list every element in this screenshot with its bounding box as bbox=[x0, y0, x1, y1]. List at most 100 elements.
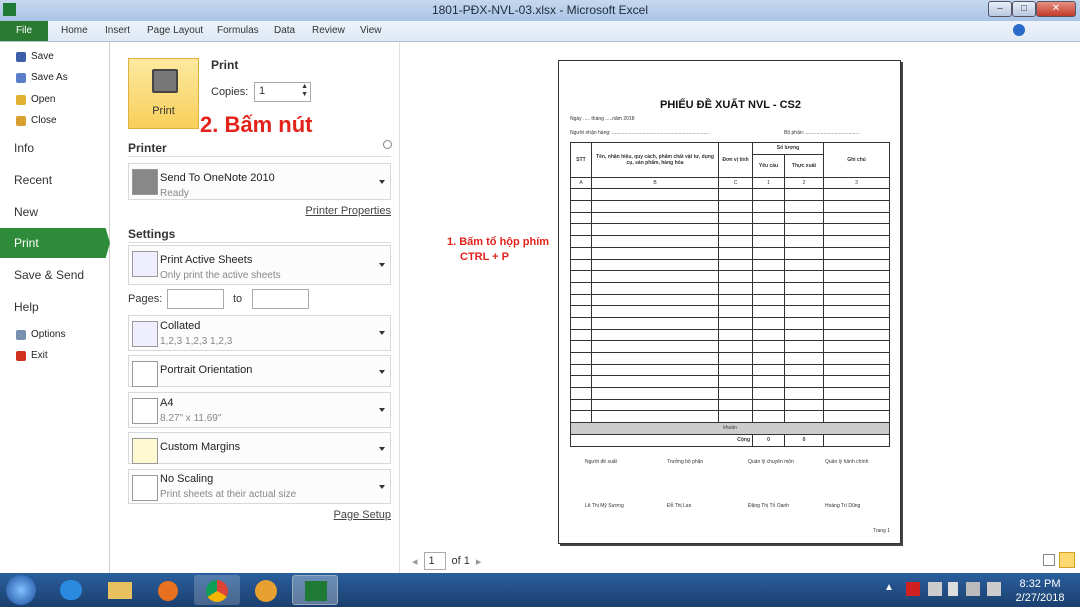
table-cell bbox=[752, 211, 785, 225]
table-cell bbox=[784, 211, 824, 225]
network-icon[interactable] bbox=[966, 582, 980, 596]
time: 8:32 PM bbox=[1019, 578, 1061, 590]
table-cell bbox=[570, 363, 592, 377]
info-icon[interactable] bbox=[383, 140, 392, 149]
table-cell bbox=[570, 316, 592, 330]
nav-save[interactable]: Save bbox=[16, 51, 54, 62]
doc-dept: Bộ phận: ...............................… bbox=[784, 130, 860, 136]
table-cell bbox=[591, 223, 719, 237]
nav-print[interactable]: Print bbox=[14, 236, 39, 250]
excel-taskbar-icon[interactable] bbox=[292, 575, 338, 605]
nav-options[interactable]: Options bbox=[16, 329, 65, 340]
table-cell bbox=[784, 316, 824, 330]
tab-file[interactable]: File bbox=[0, 21, 48, 41]
table-cell bbox=[823, 352, 890, 365]
tab-home[interactable]: Home bbox=[61, 25, 88, 36]
table-cell bbox=[823, 398, 890, 412]
table-row bbox=[570, 328, 890, 342]
close-button[interactable]: ✕ bbox=[1036, 1, 1076, 17]
scaling-dropdown[interactable]: No Scaling Print sheets at their actual s… bbox=[128, 469, 391, 504]
start-button[interactable] bbox=[6, 575, 36, 605]
preview-page: PHIẾU ĐỀ XUẤT NVL - CS2 Ngày ..... tháng… bbox=[558, 60, 901, 544]
table-cell bbox=[784, 281, 824, 295]
nav-open[interactable]: Open bbox=[16, 94, 55, 105]
show-margins-icon[interactable] bbox=[1043, 554, 1055, 566]
column-code: 1 bbox=[752, 176, 785, 190]
table-cell bbox=[718, 281, 753, 295]
chevron-down-icon bbox=[379, 484, 385, 489]
show-hidden-icons[interactable]: ▲ bbox=[884, 582, 894, 593]
volume-icon[interactable] bbox=[987, 582, 1001, 596]
chrome-icon[interactable] bbox=[194, 575, 240, 605]
nav-info[interactable]: Info bbox=[14, 141, 34, 155]
table-cell bbox=[591, 293, 719, 307]
table-cell bbox=[823, 281, 890, 295]
printer-dropdown[interactable]: Send To OneNote 2010 Ready bbox=[128, 163, 391, 200]
tab-insert[interactable]: Insert bbox=[105, 25, 130, 36]
tab-page-layout[interactable]: Page Layout bbox=[147, 25, 203, 36]
sheets-icon bbox=[132, 251, 158, 277]
table-row bbox=[570, 258, 890, 272]
nav-label: Save bbox=[31, 51, 54, 62]
page-setup-link[interactable]: Page Setup bbox=[334, 509, 392, 521]
nav-exit[interactable]: Exit bbox=[16, 350, 48, 361]
print-what-dropdown[interactable]: Print Active Sheets Only print the active… bbox=[128, 245, 391, 285]
table-cell bbox=[570, 305, 592, 318]
tab-data[interactable]: Data bbox=[274, 25, 295, 36]
clock[interactable]: 8:32 PM 2/27/2018 bbox=[1010, 577, 1070, 605]
next-page-icon[interactable]: ▸ bbox=[476, 555, 482, 568]
zoom-to-page-icon[interactable] bbox=[1059, 552, 1075, 568]
nav-save-send[interactable]: Save & Send bbox=[14, 268, 84, 282]
divider bbox=[128, 156, 391, 157]
orientation-dropdown[interactable]: Portrait Orientation bbox=[128, 355, 391, 387]
paint-icon[interactable] bbox=[243, 575, 289, 605]
table-cell bbox=[591, 281, 719, 295]
table-cell bbox=[718, 305, 753, 318]
antivirus-icon[interactable] bbox=[906, 582, 920, 596]
nav-help[interactable]: Help bbox=[14, 300, 39, 314]
help-icon[interactable] bbox=[1013, 24, 1025, 36]
signer-name: Đỗ Thị Lan bbox=[667, 503, 692, 509]
table-cell bbox=[823, 410, 890, 424]
prev-page-icon[interactable]: ◂ bbox=[412, 555, 418, 568]
printer-properties-link[interactable]: Printer Properties bbox=[305, 205, 391, 217]
ie-icon[interactable] bbox=[48, 575, 94, 605]
page-footer: Trang 1 bbox=[872, 528, 890, 534]
table-cell bbox=[752, 328, 785, 342]
table-row bbox=[570, 352, 890, 365]
nav-label: Save As bbox=[31, 72, 68, 83]
minimize-button[interactable]: – bbox=[988, 1, 1012, 17]
chevron-down-icon bbox=[379, 263, 385, 268]
maximize-button[interactable]: □ bbox=[1012, 1, 1036, 17]
nav-save-as[interactable]: Save As bbox=[16, 72, 68, 83]
print-button[interactable]: Print bbox=[128, 58, 199, 129]
table-cell bbox=[591, 258, 719, 272]
table-cell bbox=[752, 281, 785, 295]
collate-dropdown[interactable]: Collated 1,2,3 1,2,3 1,2,3 bbox=[128, 315, 391, 351]
page-count: of 1 bbox=[451, 555, 470, 567]
explorer-icon[interactable] bbox=[97, 575, 143, 605]
column-code: B bbox=[591, 176, 719, 190]
media-player-icon[interactable] bbox=[145, 575, 191, 605]
table-row bbox=[570, 316, 890, 330]
flag-icon[interactable] bbox=[928, 582, 942, 596]
pages-to-input[interactable] bbox=[252, 289, 309, 309]
table-cell bbox=[591, 328, 719, 342]
tab-review[interactable]: Review bbox=[312, 25, 345, 36]
battery-icon[interactable] bbox=[948, 582, 958, 596]
print-heading: Print bbox=[211, 58, 239, 72]
nav-new[interactable]: New bbox=[14, 205, 38, 219]
table-cell bbox=[718, 270, 753, 283]
tab-view[interactable]: View bbox=[360, 25, 382, 36]
page-number-input[interactable]: 1 bbox=[423, 552, 446, 570]
header-name: Tên, nhãn hiệu, quy cách, phẩm chất vật … bbox=[591, 142, 719, 178]
nav-recent[interactable]: Recent bbox=[14, 173, 52, 187]
total-act: 0 bbox=[784, 433, 824, 447]
pages-from-input[interactable] bbox=[167, 289, 224, 309]
nav-close[interactable]: Close bbox=[16, 115, 57, 126]
paper-size-dropdown[interactable]: A4 8.27" x 11.69" bbox=[128, 392, 391, 428]
margins-dropdown[interactable]: Custom Margins bbox=[128, 432, 391, 464]
tab-formulas[interactable]: Formulas bbox=[217, 25, 259, 36]
spinner-arrows-icon[interactable]: ▲ ▼ bbox=[301, 83, 308, 99]
copies-input[interactable]: 1 ▲ ▼ bbox=[254, 82, 311, 102]
